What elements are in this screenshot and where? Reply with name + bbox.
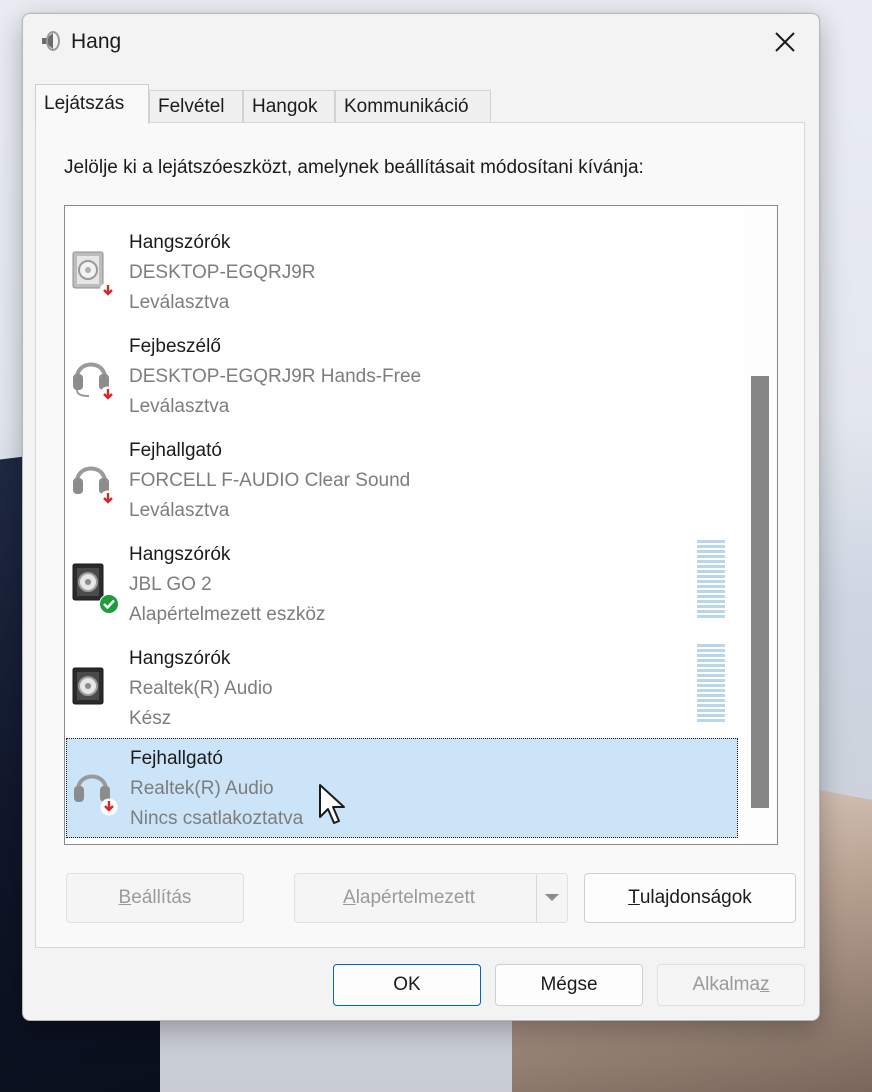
device-status: Leválasztva: [129, 396, 230, 417]
apply-button[interactable]: Alkalma z: [657, 964, 805, 1006]
accesskey-letter: z: [760, 974, 770, 995]
device-status: Leválasztva: [129, 292, 230, 313]
default-check-icon: [99, 594, 119, 614]
device-item[interactable]: Hangszórók DESKTOP-EGQRJ9R Leválasztva: [65, 210, 739, 314]
disconnected-arrow-icon: [99, 490, 117, 508]
device-list-scrollbar[interactable]: [743, 206, 777, 844]
cancel-button[interactable]: Mégse: [495, 964, 643, 1006]
button-label-rest: ulajdonságok: [639, 887, 752, 908]
window-title: Hang: [71, 30, 122, 53]
title-bar[interactable]: Hang: [23, 14, 819, 70]
device-item[interactable]: Fejhallgató FORCELL F-AUDIO Clear Sound …: [65, 418, 739, 522]
mouse-cursor-icon: [319, 784, 345, 824]
device-status: Kész: [129, 708, 172, 729]
device-detail: Realtek(R) Audio: [130, 778, 274, 799]
accesskey-letter: B: [118, 887, 132, 908]
tab-sounds[interactable]: Hangok: [243, 90, 335, 122]
device-detail: JBL GO 2: [129, 574, 212, 595]
device-item-selected[interactable]: Fejhallgató Realtek(R) Audio Nincs csatl…: [66, 738, 738, 838]
ok-button[interactable]: OK: [333, 964, 481, 1006]
close-icon: [775, 32, 795, 52]
device-name: Fejbeszélő: [129, 336, 221, 357]
device-detail: FORCELL F-AUDIO Clear Sound: [129, 470, 411, 491]
volume-level-meter: [697, 540, 725, 618]
device-detail: DESKTOP-EGQRJ9R Hands-Free: [129, 366, 422, 387]
properties-button[interactable]: Tulajdonságok: [584, 873, 796, 923]
tab-communications[interactable]: Kommunikáció: [335, 90, 491, 122]
tab-playback[interactable]: Lejátszás: [35, 84, 149, 124]
device-status: Alapértelmezett eszköz: [129, 604, 326, 625]
sound-dialog: Hang Lejátszás Felvétel Hangok Kommuniká…: [22, 13, 820, 1021]
accesskey-letter: A: [343, 887, 356, 908]
button-label-rest: lapértelmezett: [355, 887, 476, 908]
disconnected-arrow-icon: [99, 386, 117, 404]
instruction-text: Jelölje ki a lejátszóeszközt, amelynek b…: [64, 157, 644, 178]
device-status: Leválasztva: [129, 500, 230, 521]
tab-recording[interactable]: Felvétel: [149, 90, 243, 122]
configure-button[interactable]: Beállítás: [66, 873, 244, 923]
device-detail: DESKTOP-EGQRJ9R: [129, 262, 316, 283]
device-item[interactable]: Hangszórók JBL GO 2 Alapértelmezett eszk…: [65, 522, 739, 626]
set-default-dropdown[interactable]: [536, 874, 567, 922]
disconnected-arrow-icon: [99, 282, 117, 300]
speaker-icon: [72, 667, 104, 705]
device-name: Hangszórók: [129, 232, 231, 253]
device-status: Nincs csatlakoztatva: [130, 808, 304, 829]
device-item[interactable]: Hangszórók Realtek(R) Audio Kész: [65, 626, 739, 730]
accesskey-letter: T: [628, 887, 640, 908]
button-label-rest: Alkalma: [692, 974, 761, 995]
device-name: Hangszórók: [129, 544, 231, 565]
volume-level-meter: [697, 644, 725, 722]
set-default-button[interactable]: Alapértelmezett: [294, 873, 568, 923]
device-detail: Realtek(R) Audio: [129, 678, 273, 699]
disconnected-arrow-icon: [100, 798, 118, 816]
scrollbar-thumb[interactable]: [751, 376, 769, 808]
playback-panel: Jelölje ki a lejátszóeszközt, amelynek b…: [35, 122, 805, 948]
close-button[interactable]: [765, 24, 805, 60]
button-label-rest: eállítás: [131, 887, 192, 908]
chevron-down-icon: [545, 894, 559, 901]
device-list[interactable]: Hangszórók DESKTOP-EGQRJ9R Leválasztva F…: [64, 205, 778, 845]
device-name: Fejhallgató: [129, 440, 222, 461]
device-name: Hangszórók: [129, 648, 231, 669]
device-name: Fejhallgató: [130, 748, 223, 769]
speaker-icon: [42, 31, 60, 51]
device-item[interactable]: Fejbeszélő DESKTOP-EGQRJ9R Hands-Free Le…: [65, 314, 739, 418]
